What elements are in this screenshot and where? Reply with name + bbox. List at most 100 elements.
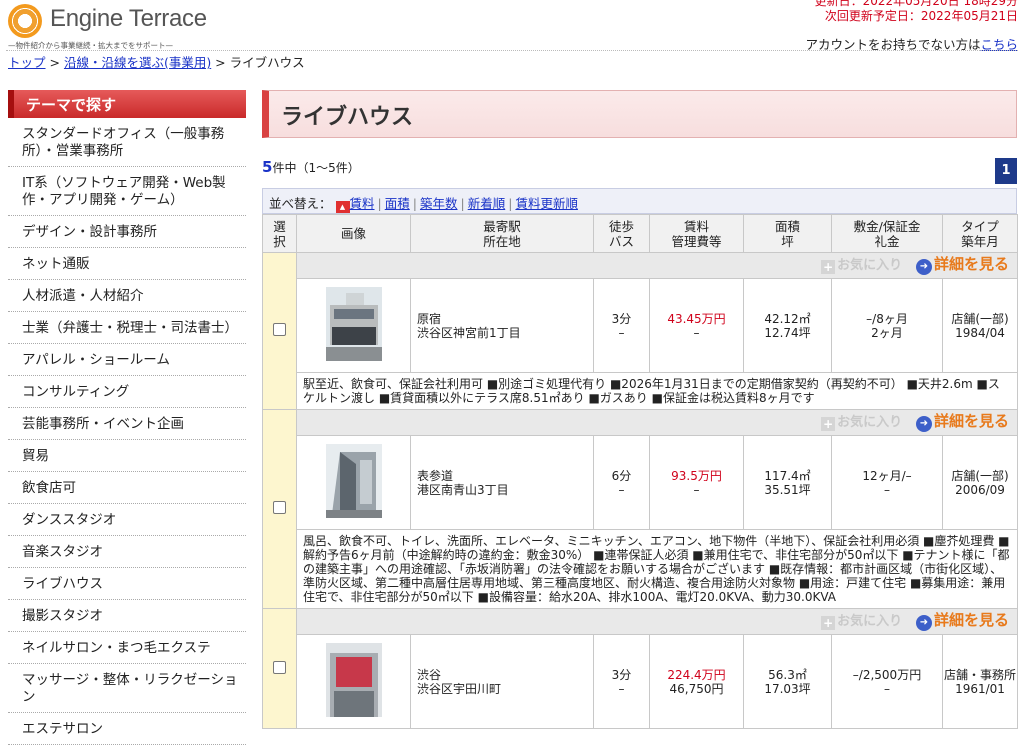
listing-table: 選択 画像 最寄駅 所在地 徒歩 バス 賃料 管理費等 面積坪 敷金/保証金 礼金 タイ… — [262, 214, 1018, 729]
listing-action-row: + お気に入り ➜ 詳細を見る — [262, 608, 1018, 729]
sort-bar: 並べ替え： ▲ 賃料 | 面積 | 築年数 | 新着順 | 賃料更新順 — [262, 188, 1017, 214]
sort-rent[interactable]: 賃料 — [350, 196, 375, 211]
main-content: ライブハウス 5件中（1〜5件） 1 並べ替え： ▲ 賃料 | 面積 | 築年数 | 新着順 |… — [262, 90, 1018, 729]
col-walk: 徒歩 バス — [593, 214, 650, 253]
listing-address: 港区南青山3丁目 — [417, 482, 509, 497]
sidebar-item-massage[interactable]: マッサージ・整体・リラクゼーション — [8, 664, 246, 713]
sidebar-item-music[interactable]: 音楽スタジオ — [8, 536, 246, 568]
logo-mark-icon — [8, 4, 42, 38]
listing-station: 表参道 — [417, 468, 454, 483]
building-photo — [325, 287, 382, 361]
listing-type: 店舗(一部) 2006/09 — [942, 435, 1018, 530]
col-rent: 賃料 管理費等 — [649, 214, 744, 253]
mgmt-fee: – — [693, 325, 700, 340]
sidebar-item-staffing[interactable]: 人材派遣・人材紹介 — [8, 280, 246, 312]
listing-note-row: 駅至近、飲食可、保証会社利用可 ■別途ゴミ処理代有り ■2026年1月31日まで… — [263, 372, 1018, 410]
sidebar-item-it[interactable]: IT系（ソフトウェア開発・Web製作・アプリ開発・ゲーム） — [8, 167, 246, 216]
table-row: 渋谷 渋谷区宇田川町 3分 – 224.4万円 46,750円 56.3㎡ 17.03坪… — [263, 634, 1018, 729]
add-favorite-button[interactable]: + お気に入り — [821, 257, 903, 274]
page-title: ライブハウス — [281, 105, 414, 130]
theme-sidebar: テーマで探す スタンダードオフィス（一般事務所）・営業事務所 IT系（ソフトウェ… — [8, 90, 246, 745]
listing-address: 渋谷区神宮前1丁目 — [417, 325, 521, 340]
sidebar-item-professional[interactable]: 士業（弁護士・税理士・司法書士） — [8, 312, 246, 344]
listing-actions: + お気に入り ➜ 詳細を見る — [296, 409, 1018, 436]
area-m2: 56.3㎡ — [768, 667, 807, 682]
listing-station: 原宿 — [417, 311, 442, 326]
update-info: 更新日：2022年05月20日 18時29分 次回更新予定日：2022年05月2… — [815, 0, 1018, 24]
sidebar-item-design[interactable]: デザイン・設計事務所 — [8, 216, 246, 248]
key-money: – — [884, 482, 890, 497]
deposit-value: –/8ヶ月 — [866, 311, 908, 326]
col-type: タイプ 築年月 — [942, 214, 1018, 253]
sidebar-item-ec[interactable]: ネット通販 — [8, 248, 246, 280]
sort-rent-updated[interactable]: 賃料更新順 — [515, 196, 578, 211]
sort-area[interactable]: 面積 — [385, 196, 410, 211]
built-date: 2006/09 — [955, 482, 1005, 497]
update-date: 更新日：2022年05月20日 18時29分 — [814, 0, 1018, 8]
listing-actions: + お気に入り ➜ 詳細を見る — [296, 608, 1018, 635]
building-photo — [325, 444, 382, 518]
sort-age[interactable]: 築年数 — [420, 196, 458, 211]
area-m2: 42.12㎡ — [764, 311, 811, 326]
breadcrumb-line[interactable]: 沿線・沿線を選ぶ(事業用) — [64, 55, 211, 70]
rent-value: 93.5万円 — [671, 468, 722, 483]
plus-icon: + — [821, 416, 836, 431]
add-favorite-button[interactable]: + お気に入り — [821, 614, 902, 630]
arrow-right-icon: ➜ — [915, 258, 932, 275]
listing-photo-cell[interactable] — [296, 435, 411, 530]
sidebar-heading: テーマで探す — [8, 90, 246, 118]
listing-photo-cell[interactable] — [296, 278, 411, 373]
mgmt-fee: – — [693, 482, 700, 497]
sidebar-item-dance[interactable]: ダンススタジオ — [8, 504, 246, 536]
sidebar-item-entertainment[interactable]: 芸能事務所・イベント企画 — [8, 408, 246, 440]
listing-area: 117.4㎡ 35.51坪 — [743, 435, 832, 530]
building-photo — [325, 643, 382, 717]
result-count: 5件中（1〜5件） 1 — [262, 158, 1017, 184]
listing-deposit: –/2,500万円 – — [831, 634, 943, 729]
sidebar-item-standard-office[interactable]: スタンダードオフィス（一般事務所）・営業事務所 — [8, 118, 246, 167]
view-detail-button[interactable]: ➜ 詳細を見る — [915, 611, 1009, 631]
sidebar-item-livehouse[interactable]: ライブハウス — [8, 568, 246, 600]
col-image: 画像 — [296, 214, 411, 253]
listing-checkbox[interactable] — [273, 660, 286, 674]
logo-name: Engine Terrace — [50, 5, 207, 32]
listing-walk: 6分 – — [593, 435, 650, 530]
listing-deposit: –/8ヶ月 2ヶ月 — [831, 278, 943, 373]
favorite-label: お気に入り — [837, 257, 903, 273]
listing-location: 原宿 渋谷区神宮前1丁目 — [410, 278, 594, 373]
sidebar-item-nail[interactable]: ネイルサロン・まつ毛エクステ — [8, 632, 246, 664]
key-money: – — [884, 681, 890, 696]
listing-checkbox[interactable] — [273, 323, 286, 336]
add-favorite-button[interactable]: + お気に入り — [821, 415, 902, 431]
pagination-page-1[interactable]: 1 — [995, 158, 1017, 184]
col-area: 面積坪 — [743, 214, 832, 253]
sort-arrow-icon: ▲ — [335, 201, 350, 213]
listing-checkbox[interactable] — [273, 501, 286, 514]
listing-rent: 224.4万円 46,750円 — [649, 634, 744, 729]
plus-icon: + — [821, 615, 836, 630]
sidebar-item-restaurant[interactable]: 飲食店可 — [8, 472, 246, 504]
bus-time: – — [618, 482, 625, 497]
site-logo[interactable]: Engine Terrace —物件紹介から事業継続・拡大までをサポート— — [8, 4, 218, 50]
area-tsubo: 12.74坪 — [764, 325, 811, 340]
listing-location: 表参道 港区南青山3丁目 — [410, 435, 594, 530]
listing-action-row: + お気に入り ➜ 詳細を見る — [262, 409, 1018, 609]
sort-label: 並べ替え： — [269, 196, 332, 211]
rent-value: 224.4万円 — [667, 667, 726, 682]
sidebar-item-consulting[interactable]: コンサルティング — [8, 376, 246, 408]
header-divider — [6, 50, 1018, 51]
breadcrumb-home[interactable]: トップ — [8, 55, 46, 70]
sidebar-item-apparel[interactable]: アパレル・ショールーム — [8, 344, 246, 376]
listing-area: 56.3㎡ 17.03坪 — [743, 634, 832, 729]
sidebar-item-photo[interactable]: 撮影スタジオ — [8, 600, 246, 632]
sidebar-item-trade[interactable]: 貿易 — [8, 440, 246, 472]
property-type: 店舗(一部) — [951, 311, 1009, 326]
sort-newest[interactable]: 新着順 — [468, 196, 506, 211]
listing-photo-cell[interactable] — [296, 634, 411, 729]
bus-time: – — [618, 325, 625, 340]
view-detail-button[interactable]: ➜ 詳細を見る — [915, 255, 1009, 275]
detail-label: 詳細を見る — [933, 411, 1009, 430]
view-detail-button[interactable]: ➜ 詳細を見る — [915, 411, 1009, 432]
area-tsubo: 17.03坪 — [764, 681, 811, 696]
sidebar-item-esthetic[interactable]: エステサロン — [8, 713, 246, 745]
